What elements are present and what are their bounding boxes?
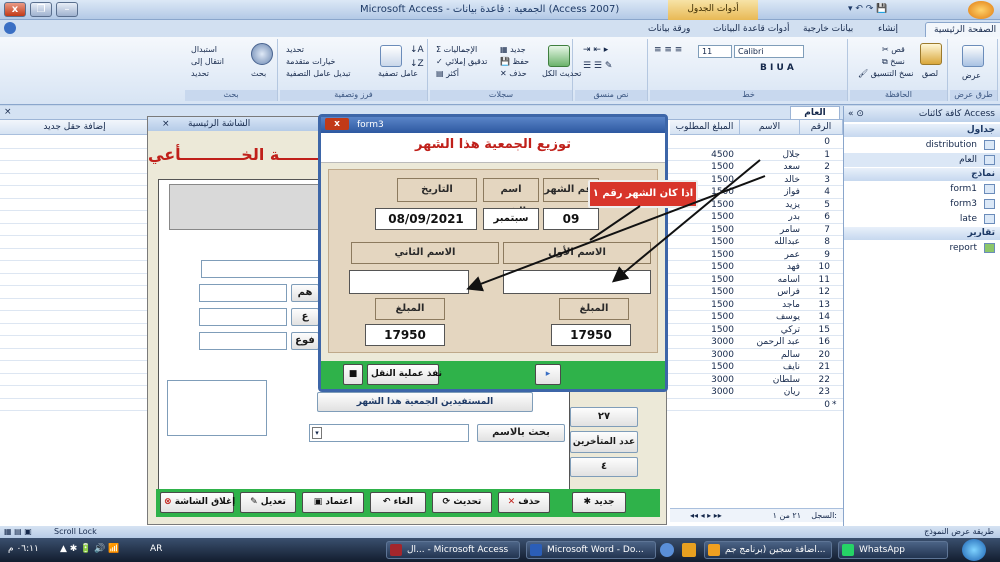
whatsapp-icon [842, 544, 854, 556]
view-switcher-icons[interactable]: ▦ ▤ ▣ [4, 526, 32, 538]
clock[interactable]: ٠٦:١١ م [8, 544, 39, 554]
status-scroll-lock: Scroll Lock [54, 527, 97, 536]
annotation-arrows [466, 159, 766, 292]
browser-icon [708, 544, 720, 556]
access-icon [390, 544, 402, 556]
taskbar-whatsapp[interactable]: WhatsApp [838, 541, 948, 559]
taskbar: WhatsApp اضافة سجين (برنامج جم... Micros… [0, 538, 1000, 562]
callout-arrow-line [589, 205, 641, 241]
taskbar-word[interactable]: Microsoft Word - Do... [526, 541, 656, 559]
language-indicator[interactable]: AR [150, 544, 162, 554]
taskbar-access[interactable]: ال... - Microsoft Access [386, 541, 520, 559]
taskbar-pinned-icon-1[interactable] [660, 543, 674, 557]
status-view-mode: طريقة عرض النموذج [924, 527, 994, 536]
arrow-to-second-name [466, 175, 766, 292]
tray-icons[interactable]: ▲ ✱ 🔋 🔊 📶 [60, 544, 120, 554]
status-bar: Scroll Lock ▦ ▤ ▣ طريقة عرض النموذج [0, 526, 1000, 538]
start-button-icon[interactable] [962, 539, 986, 561]
arrow-to-first-name [611, 159, 761, 283]
taskbar-browser[interactable]: اضافة سجين (برنامج جم... [704, 541, 832, 559]
taskbar-pinned-icon-2[interactable] [682, 543, 696, 557]
word-icon [530, 544, 542, 556]
